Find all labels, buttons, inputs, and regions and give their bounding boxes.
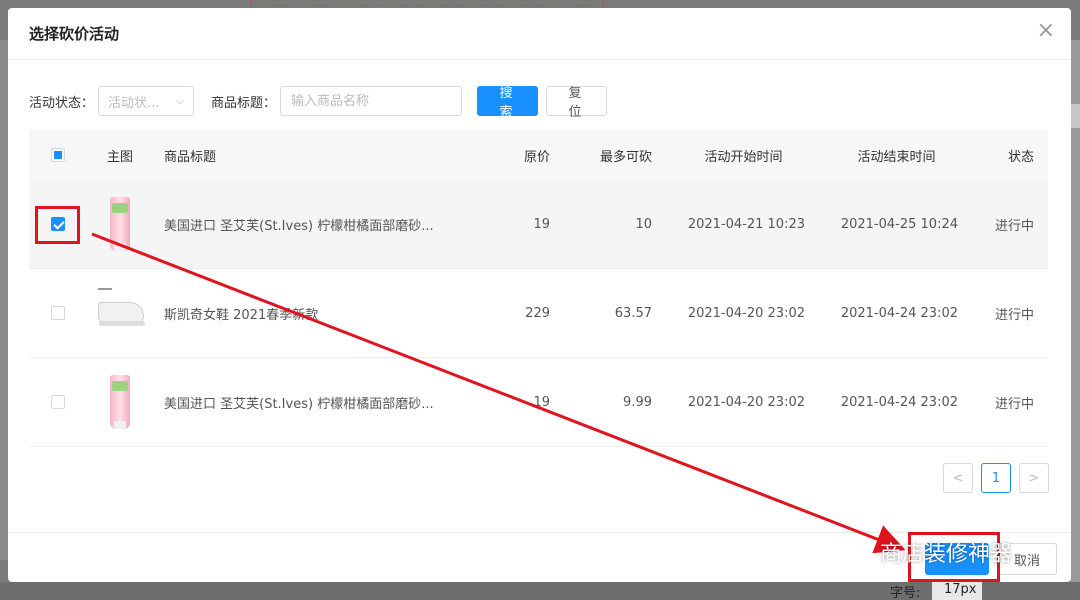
wechat-icon	[838, 539, 874, 565]
font-size-label: 字号:	[890, 586, 921, 600]
font-size-value: 17px	[932, 582, 982, 600]
watermark-text: 商店装修神器	[880, 542, 1013, 567]
watermark: 商店装修神器	[838, 536, 1012, 568]
annotation-arrow	[91, 232, 906, 554]
